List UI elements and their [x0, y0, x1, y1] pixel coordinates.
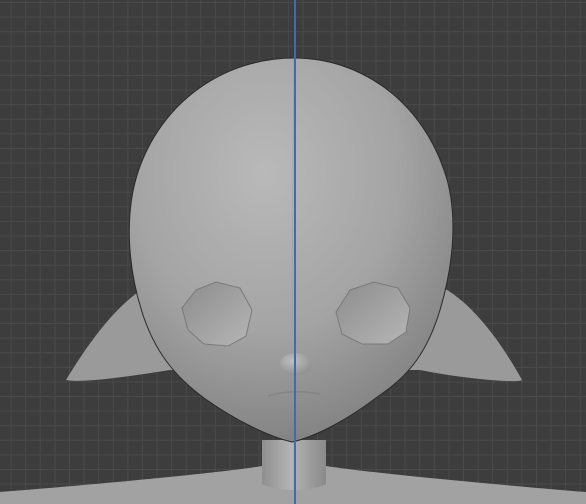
z-axis-line — [294, 0, 296, 504]
head-mesh-render[interactable] — [0, 0, 586, 504]
nose — [280, 353, 312, 375]
3d-viewport[interactable] — [0, 0, 586, 504]
head — [128, 57, 454, 443]
